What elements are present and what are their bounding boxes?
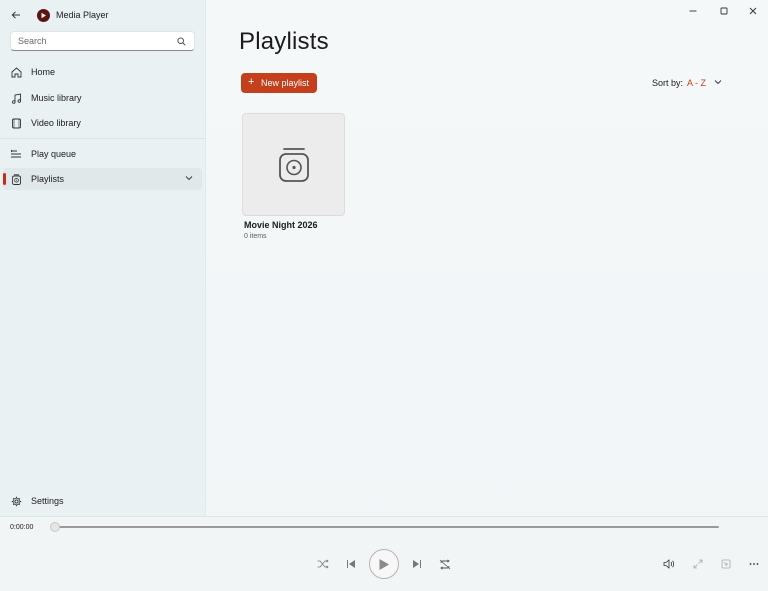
- sidebar-item-play-queue[interactable]: Play queue: [3, 143, 202, 165]
- play-icon: [379, 558, 389, 570]
- elapsed-time: 0:00:00: [10, 524, 34, 531]
- repeat-button[interactable]: [437, 556, 453, 572]
- minimize-icon: [689, 10, 697, 12]
- playlist-icon: [10, 173, 22, 185]
- sort-label: Sort by:: [652, 78, 684, 88]
- playlist-name[interactable]: Movie Night 2026: [244, 220, 318, 230]
- sort-dropdown[interactable]: Sort by: A - Z: [652, 78, 722, 88]
- next-icon: [413, 560, 421, 568]
- active-indicator: [3, 173, 6, 185]
- volume-icon: [663, 559, 675, 569]
- back-arrow-icon: [11, 11, 20, 19]
- seek-thumb[interactable]: [50, 522, 60, 532]
- maximize-icon: [720, 7, 728, 15]
- seek-bar[interactable]: [55, 526, 719, 528]
- chevron-down-icon: [714, 80, 722, 85]
- plus-icon: +: [248, 76, 255, 88]
- sidebar-item-label: Home: [31, 67, 56, 77]
- sidebar-item-music-library[interactable]: Music library: [3, 87, 202, 109]
- settings-label: Settings: [31, 496, 64, 506]
- sidebar-item-label: Playlists: [31, 174, 65, 184]
- title-bar: Media Player: [0, 0, 206, 30]
- play-queue-icon: [10, 148, 22, 160]
- home-icon: [10, 66, 22, 78]
- sidebar-item-label: Play queue: [31, 149, 77, 159]
- shuffle-button[interactable]: [315, 556, 331, 572]
- search-box[interactable]: [10, 31, 195, 51]
- shuffle-icon: [317, 559, 329, 569]
- expand-icon: [693, 559, 703, 569]
- page-title: Playlists: [239, 28, 329, 55]
- media-player-window: Media Player Home: [0, 0, 768, 591]
- sort-value: A - Z: [687, 78, 707, 88]
- mini-player-icon: [721, 559, 731, 569]
- previous-button[interactable]: [343, 556, 359, 572]
- previous-icon: [347, 560, 355, 568]
- more-dots-icon: [749, 563, 759, 565]
- sidebar-item-video-library[interactable]: Video library: [3, 112, 202, 134]
- sidebar: Media Player Home: [0, 0, 206, 516]
- search-input[interactable]: [11, 36, 171, 46]
- search-icon[interactable]: [177, 37, 186, 46]
- sidebar-divider: [0, 138, 206, 139]
- close-icon: [749, 7, 757, 15]
- minimize-button[interactable]: [679, 2, 707, 20]
- close-button[interactable]: [739, 2, 767, 20]
- chevron-down-icon[interactable]: [185, 175, 193, 181]
- repeat-icon: [439, 558, 451, 570]
- sidebar-item-playlists[interactable]: Playlists: [3, 168, 202, 190]
- mini-player-button[interactable]: [718, 556, 734, 572]
- play-logo-icon: [41, 12, 46, 19]
- gear-icon: [10, 495, 22, 507]
- sidebar-item-label: Music library: [31, 93, 82, 103]
- video-icon: [10, 117, 22, 129]
- app-logo: [37, 9, 50, 22]
- more-options-button[interactable]: [746, 556, 762, 572]
- next-button[interactable]: [409, 556, 425, 572]
- back-button[interactable]: [8, 6, 24, 24]
- sidebar-item-label: Video library: [31, 118, 81, 128]
- playlist-tile[interactable]: [242, 113, 345, 216]
- music-note-icon: [10, 92, 22, 104]
- sidebar-item-settings[interactable]: Settings: [3, 490, 202, 512]
- volume-button[interactable]: [661, 556, 677, 572]
- new-playlist-label: New playlist: [261, 78, 310, 88]
- app-title: Media Player: [56, 10, 109, 20]
- maximize-button[interactable]: [710, 2, 738, 20]
- playlist-icon: [279, 148, 309, 182]
- new-playlist-button[interactable]: + New playlist: [241, 73, 317, 93]
- play-button[interactable]: [369, 549, 399, 579]
- sidebar-item-home[interactable]: Home: [3, 61, 202, 83]
- playlist-item-count: 0 items: [244, 233, 267, 240]
- fullscreen-button[interactable]: [690, 556, 706, 572]
